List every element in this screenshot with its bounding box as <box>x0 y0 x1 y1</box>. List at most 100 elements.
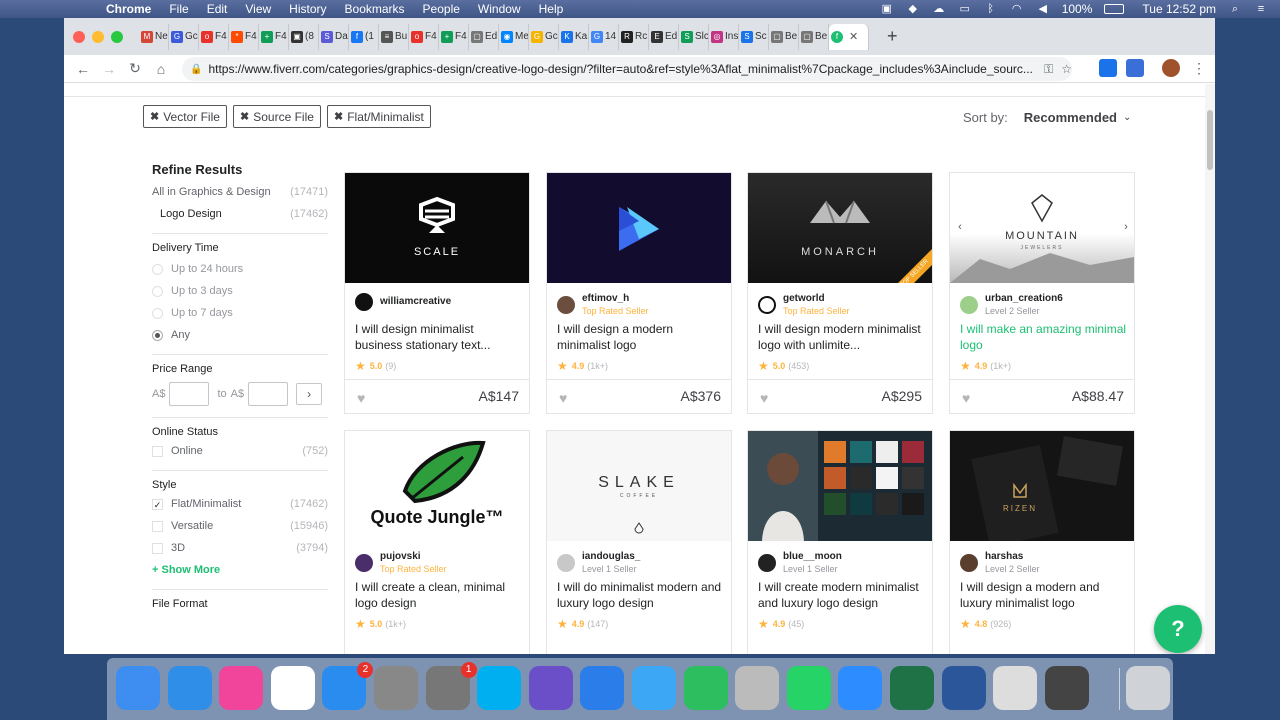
browser-tab[interactable]: ≡ Bu <box>379 23 409 50</box>
browser-tab[interactable]: R Rc <box>619 23 649 50</box>
price-apply-button[interactable]: › <box>296 383 323 405</box>
sort-dropdown[interactable]: Recommended <box>1024 110 1117 125</box>
seller-name[interactable]: eftimov_h <box>582 293 649 305</box>
gig-price[interactable]: A$376 <box>681 388 721 404</box>
style-option-flat-minimalist[interactable]: ✓ Flat/Minimalist (17462) <box>152 493 328 515</box>
gig-image[interactable]: MOUNTAIN JEWELERS ‹ › <box>950 173 1134 283</box>
delivery-option-any[interactable]: Any <box>152 324 328 346</box>
chrome-menu-icon[interactable]: ⋮ <box>1192 60 1206 77</box>
browser-tab[interactable]: ◉ Me <box>499 23 529 50</box>
url-text[interactable]: https://www.fiverr.com/categories/graphi… <box>208 62 1036 76</box>
tab-fiverr-active[interactable]: f ✕ <box>829 23 869 50</box>
gig-card[interactable]: blue__moon Level 1 Seller I will create m… <box>747 430 933 654</box>
gig-card[interactable]: SLAKE COFFEE iandouglas_ Level 1 Seller I… <box>546 430 732 654</box>
price-min-input[interactable] <box>169 382 210 406</box>
seller-name[interactable]: harshas <box>985 551 1040 563</box>
browser-tab[interactable]: + F4 <box>439 23 469 50</box>
profile-avatar[interactable] <box>1162 59 1180 77</box>
radio-selected-icon[interactable] <box>152 329 163 341</box>
style-option-versatile[interactable]: Versatile (15946) <box>152 515 328 537</box>
gig-image[interactable]: RIZEN <box>950 431 1134 541</box>
seller-name[interactable]: williamcreative <box>380 296 451 308</box>
gig-image[interactable]: SCALE <box>345 173 529 283</box>
key-icon[interactable]: ⚿ <box>1044 62 1053 77</box>
browser-tab[interactable]: * F4 <box>229 23 259 50</box>
style-option-3d[interactable]: 3D (3794) <box>152 537 328 559</box>
heart-icon[interactable]: ♥ <box>357 390 365 406</box>
forward-icon[interactable]: → <box>96 61 122 77</box>
skype-icon[interactable] <box>477 666 522 710</box>
chevron-down-icon[interactable]: ⌄ <box>1123 112 1131 123</box>
app-menu-chrome[interactable]: Chrome <box>106 2 151 16</box>
browser-tab[interactable]: S Slc <box>679 23 709 50</box>
gig-image[interactable] <box>748 431 932 541</box>
close-window-button[interactable] <box>73 30 85 43</box>
finder-icon[interactable] <box>116 666 160 710</box>
extension-badge-icon[interactable] <box>1126 59 1144 77</box>
gig-title[interactable]: I will design minimalist business statio… <box>355 321 523 353</box>
category-all-label[interactable]: All in Graphics & Design <box>152 186 271 198</box>
menu-history[interactable]: History <box>289 2 326 16</box>
chrome-icon[interactable] <box>270 666 315 710</box>
bookmark-star-icon[interactable]: ☆ <box>1061 62 1072 76</box>
lock-icon[interactable]: 🔒 <box>190 64 202 75</box>
gig-image[interactable]: MONARCH TOP SELLER <box>748 173 932 283</box>
disk-utility-icon[interactable] <box>735 666 780 710</box>
airplay-icon[interactable]: ▭ <box>958 3 972 15</box>
seller-name[interactable]: urban_creation6 <box>985 293 1063 305</box>
gig-title[interactable]: I will create a clean, minimal logo desi… <box>355 579 523 611</box>
extension-icon[interactable] <box>1099 59 1117 77</box>
browser-tab[interactable]: + F4 <box>259 23 289 50</box>
gig-title[interactable]: I will create modern minimalist and luxu… <box>758 579 926 611</box>
image-capture-icon[interactable] <box>374 666 418 710</box>
menu-view[interactable]: View <box>245 2 271 16</box>
evernote-menu-icon[interactable]: ◆ <box>906 3 920 15</box>
browser-tab[interactable]: G Gc <box>529 23 559 50</box>
menu-window[interactable]: Window <box>478 2 521 16</box>
new-tab-icon[interactable]: + <box>887 26 898 47</box>
trash-icon[interactable] <box>1126 666 1170 710</box>
battery-percent[interactable]: 100% <box>1062 2 1093 16</box>
category-logo-design[interactable]: Logo Design (17462) <box>152 203 328 225</box>
gig-title[interactable]: I will make an amazing minimal logo <box>960 321 1128 353</box>
carousel-prev-icon[interactable]: ‹ <box>952 220 968 236</box>
excel-icon[interactable] <box>890 666 934 710</box>
heart-icon[interactable]: ♥ <box>962 390 970 406</box>
menu-help[interactable]: Help <box>539 2 564 16</box>
messages-icon[interactable] <box>632 666 676 710</box>
reload-icon[interactable]: ↻ <box>122 60 148 77</box>
imovie-icon[interactable] <box>528 666 573 710</box>
show-more-link[interactable]: + Show More <box>152 559 328 581</box>
address-bar[interactable]: 🔒 https://www.fiverr.com/categories/grap… <box>182 57 1072 81</box>
gig-card[interactable]: eftimov_h Top Rated Seller I will design … <box>546 172 732 414</box>
evernote-icon[interactable] <box>683 666 728 710</box>
avatar[interactable] <box>355 554 373 572</box>
whatsapp-icon[interactable] <box>786 666 831 710</box>
help-button[interactable]: ? <box>1154 605 1202 653</box>
seller-name[interactable]: getworld <box>783 293 850 305</box>
instruments-icon[interactable] <box>993 666 1038 710</box>
volume-icon[interactable]: ◀ <box>1036 3 1050 15</box>
avatar[interactable] <box>355 293 373 311</box>
browser-tab[interactable]: ▢ Ed <box>469 23 499 50</box>
safari-icon[interactable] <box>167 666 212 710</box>
browser-tab[interactable]: f (1 <box>349 23 379 50</box>
checkbox[interactable] <box>152 542 163 554</box>
checkbox-checked[interactable]: ✓ <box>152 498 163 510</box>
menu-file[interactable]: File <box>169 2 188 16</box>
back-icon[interactable]: ← <box>70 61 96 77</box>
browser-tab[interactable]: o F4 <box>409 23 439 50</box>
zoom-window-button[interactable] <box>111 30 123 43</box>
browser-tab[interactable]: ▢ Be <box>799 23 829 50</box>
browser-tab[interactable]: S Sc <box>739 23 769 50</box>
browser-tab[interactable]: G Gc <box>169 23 199 50</box>
seller-name[interactable]: iandouglas_ <box>582 551 640 563</box>
radio-icon[interactable] <box>152 285 163 297</box>
gig-card[interactable]: SCALE williamcreative I will design mini… <box>344 172 530 414</box>
filter-chip-vector-file[interactable]: ✖ Vector File <box>143 105 227 128</box>
filter-chip-flat-minimalist[interactable]: ✖ Flat/Minimalist <box>327 105 431 128</box>
gig-card[interactable]: MONARCH TOP SELLER getworld Top Rated Sel… <box>747 172 933 414</box>
close-tab-icon[interactable]: ✕ <box>849 30 858 43</box>
home-icon[interactable]: ⌂ <box>148 61 174 77</box>
heart-icon[interactable]: ♥ <box>559 390 567 406</box>
